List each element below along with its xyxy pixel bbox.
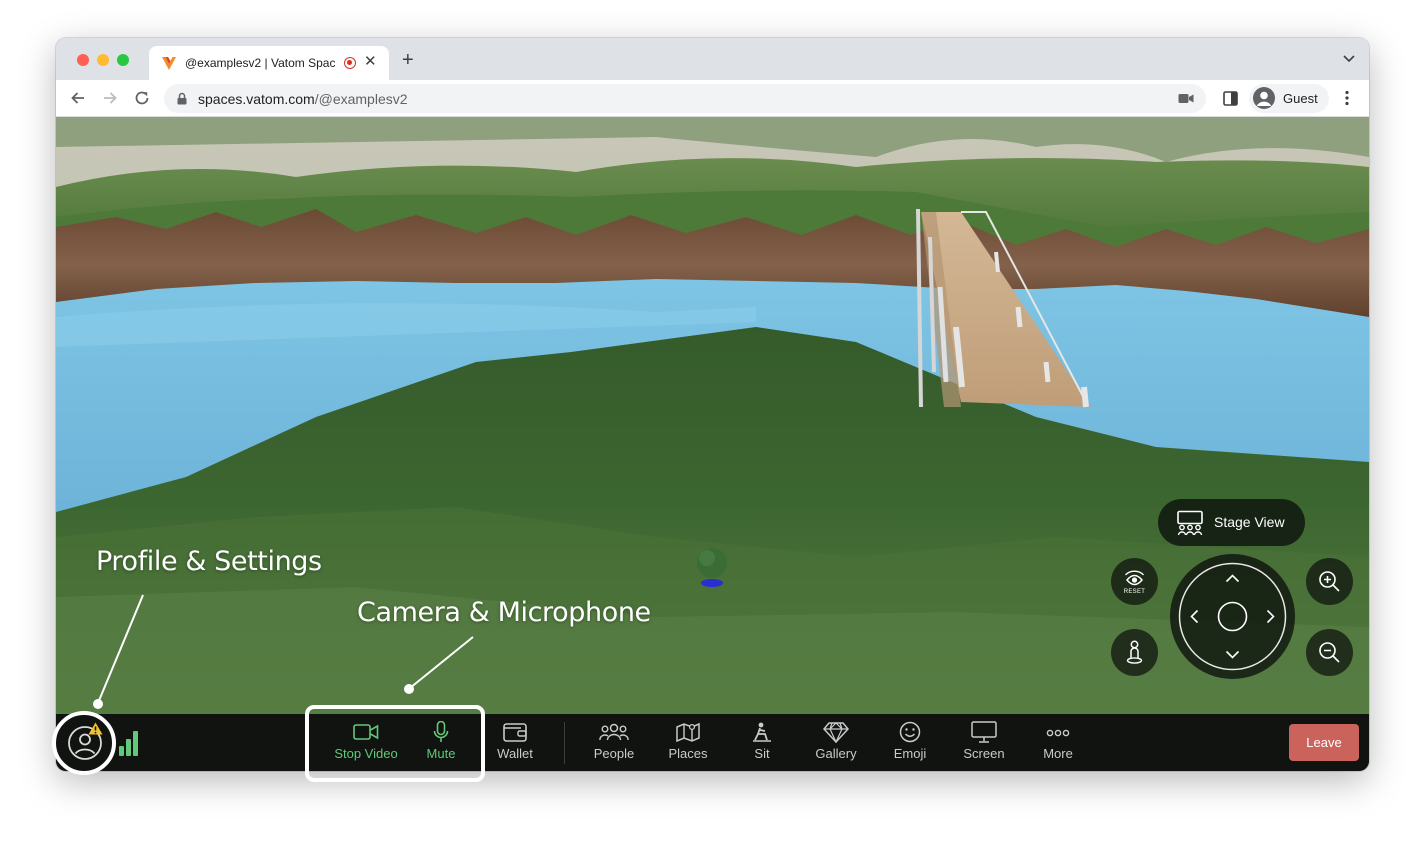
- profile-callout-dot: [93, 699, 103, 709]
- profile-callout-line: [97, 594, 144, 704]
- annotation-lines: [93, 594, 474, 709]
- camera-microphone-annotation: Camera & Microphone: [357, 597, 651, 628]
- profile-settings-annotation: Profile & Settings: [96, 546, 322, 577]
- camera-callout-line: [409, 636, 474, 689]
- camera-callout-dot: [404, 684, 414, 694]
